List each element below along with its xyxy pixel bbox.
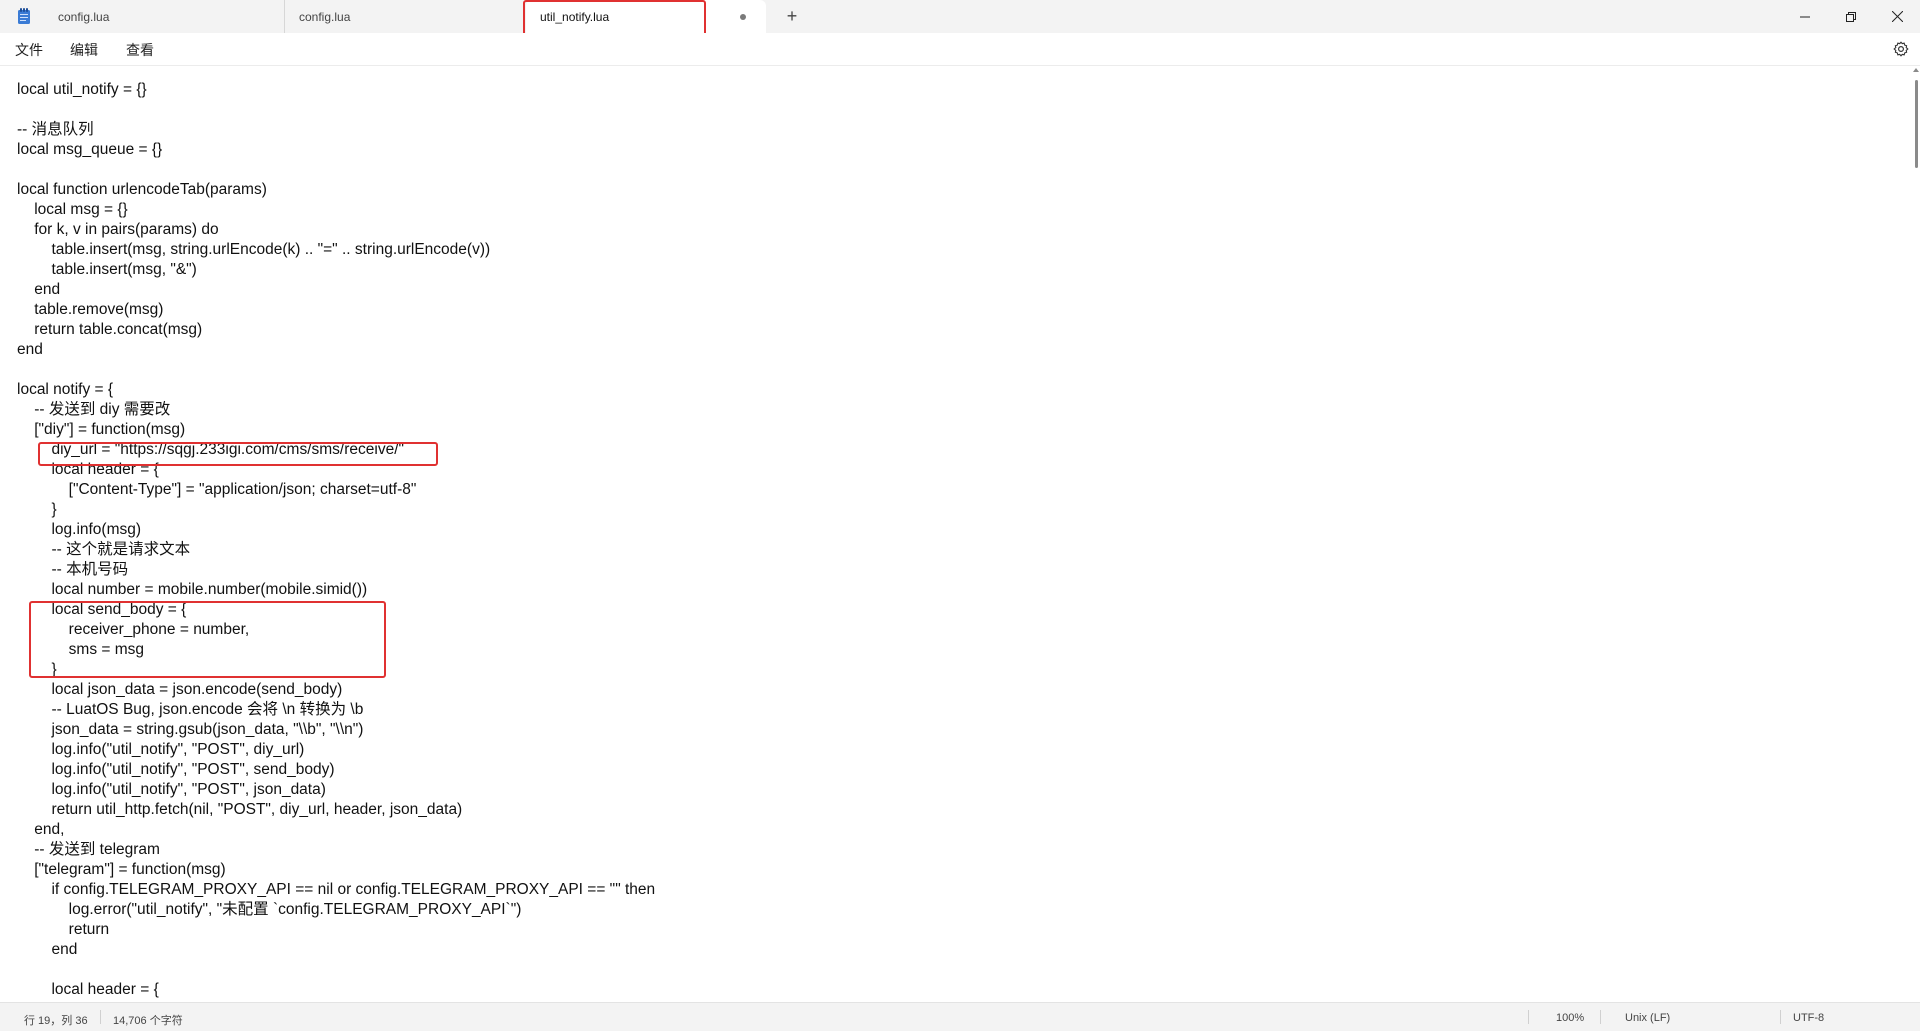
- menu-bar: 文件 编辑 查看: [0, 33, 1920, 66]
- scroll-thumb[interactable]: [1915, 80, 1918, 168]
- character-count: 14,706 个字符: [113, 1015, 183, 1027]
- code-line: local notify = {: [17, 381, 114, 398]
- code-line: if config.TELEGRAM_PROXY_API == nil or c…: [17, 881, 656, 898]
- maximize-button[interactable]: [1828, 0, 1874, 33]
- zoom-level[interactable]: 100%: [1556, 1012, 1584, 1024]
- code-line: end: [17, 341, 43, 358]
- code-line: local msg_queue = {}: [17, 141, 163, 158]
- code-line: table.remove(msg): [17, 301, 164, 318]
- code-line: log.error("util_notify", "未配置 `config.TE…: [17, 901, 522, 918]
- code-line: log.info("util_notify", "POST", json_dat…: [17, 781, 326, 798]
- code-line: for k, v in pairs(params) do: [17, 221, 219, 238]
- menu-file[interactable]: 文件: [15, 40, 43, 60]
- tab-config-lua-2[interactable]: config.lua: [284, 0, 524, 33]
- divider: [1600, 1010, 1601, 1024]
- code-line: local json_data = json.encode(send_body): [17, 681, 343, 698]
- code-line: log.info("util_notify", "POST", send_bod…: [17, 761, 335, 778]
- close-button[interactable]: [1874, 0, 1920, 33]
- text-editor[interactable]: local util_notify = {} -- 消息队列 local msg…: [0, 66, 1910, 1001]
- code-line: local util_notify = {}: [17, 81, 147, 98]
- unsaved-dot-icon[interactable]: [740, 14, 746, 20]
- tab-config-lua-1[interactable]: config.lua: [44, 0, 284, 33]
- code-line: return util_http.fetch(nil, "POST", diy_…: [17, 801, 463, 818]
- divider: [1528, 1010, 1529, 1024]
- code-line: log.info("util_notify", "POST", diy_url): [17, 741, 305, 758]
- code-line: log.info(msg): [17, 521, 142, 538]
- divider: [1780, 1010, 1781, 1024]
- annotation-box-send-body: [29, 601, 386, 678]
- code-line: -- 发送到 telegram: [17, 841, 160, 858]
- tab-label: config.lua: [58, 9, 110, 24]
- code-line: local header = {: [17, 981, 159, 998]
- code-line: }: [17, 501, 57, 518]
- title-bar: config.lua config.lua util_notify.lua +: [0, 0, 1920, 33]
- menu-view[interactable]: 查看: [126, 40, 154, 60]
- code-line: ["Content-Type"] = "application/json; ch…: [17, 481, 417, 498]
- status-bar: 行 19，列 36 14,706 个字符 100% Unix (LF) UTF-…: [0, 1002, 1920, 1031]
- vertical-scrollbar[interactable]: [1912, 66, 1920, 1001]
- encoding[interactable]: UTF-8: [1793, 1012, 1824, 1024]
- code-line: local number = mobile.number(mobile.simi…: [17, 581, 368, 598]
- tab-label: config.lua: [299, 9, 351, 24]
- menu-edit[interactable]: 编辑: [70, 40, 98, 60]
- minimize-button[interactable]: [1782, 0, 1828, 33]
- code-line: end: [17, 941, 78, 958]
- cursor-position: 行 19，列 36: [24, 1015, 88, 1027]
- code-line: -- 这个就是请求文本: [17, 541, 191, 558]
- code-line: end: [17, 281, 61, 298]
- code-line: -- LuatOS Bug, json.encode 会将 \n 转换为 \b: [17, 701, 364, 718]
- code-line: local msg = {}: [17, 201, 128, 218]
- scroll-up-arrow-icon[interactable]: [1913, 68, 1919, 72]
- code-line: local function urlencodeTab(params): [17, 181, 267, 198]
- code-line: return table.concat(msg): [17, 321, 203, 338]
- code-line: -- 发送到 diy 需要改: [17, 401, 171, 418]
- code-line: -- 消息队列: [17, 121, 94, 138]
- code-line: return: [17, 921, 110, 938]
- code-line: json_data = string.gsub(json_data, "\\b"…: [17, 721, 364, 738]
- code-line: end,: [17, 821, 65, 838]
- code-line: table.insert(msg, string.urlEncode(k) ..…: [17, 241, 491, 258]
- annotation-box-diy-url: [38, 442, 438, 466]
- code-line: table.insert(msg, "&"): [17, 261, 197, 278]
- line-ending[interactable]: Unix (LF): [1625, 1012, 1670, 1024]
- close-icon: [1891, 11, 1903, 22]
- notepad-icon: [18, 8, 30, 24]
- code-line: ["diy"] = function(msg): [17, 421, 186, 438]
- gear-icon[interactable]: [1893, 41, 1909, 57]
- maximize-icon: [1846, 11, 1856, 22]
- new-tab-button[interactable]: +: [780, 4, 804, 28]
- divider: [100, 1010, 101, 1024]
- minimize-icon: [1800, 16, 1810, 17]
- code-line: -- 本机号码: [17, 561, 129, 578]
- code-line: ["telegram"] = function(msg): [17, 861, 226, 878]
